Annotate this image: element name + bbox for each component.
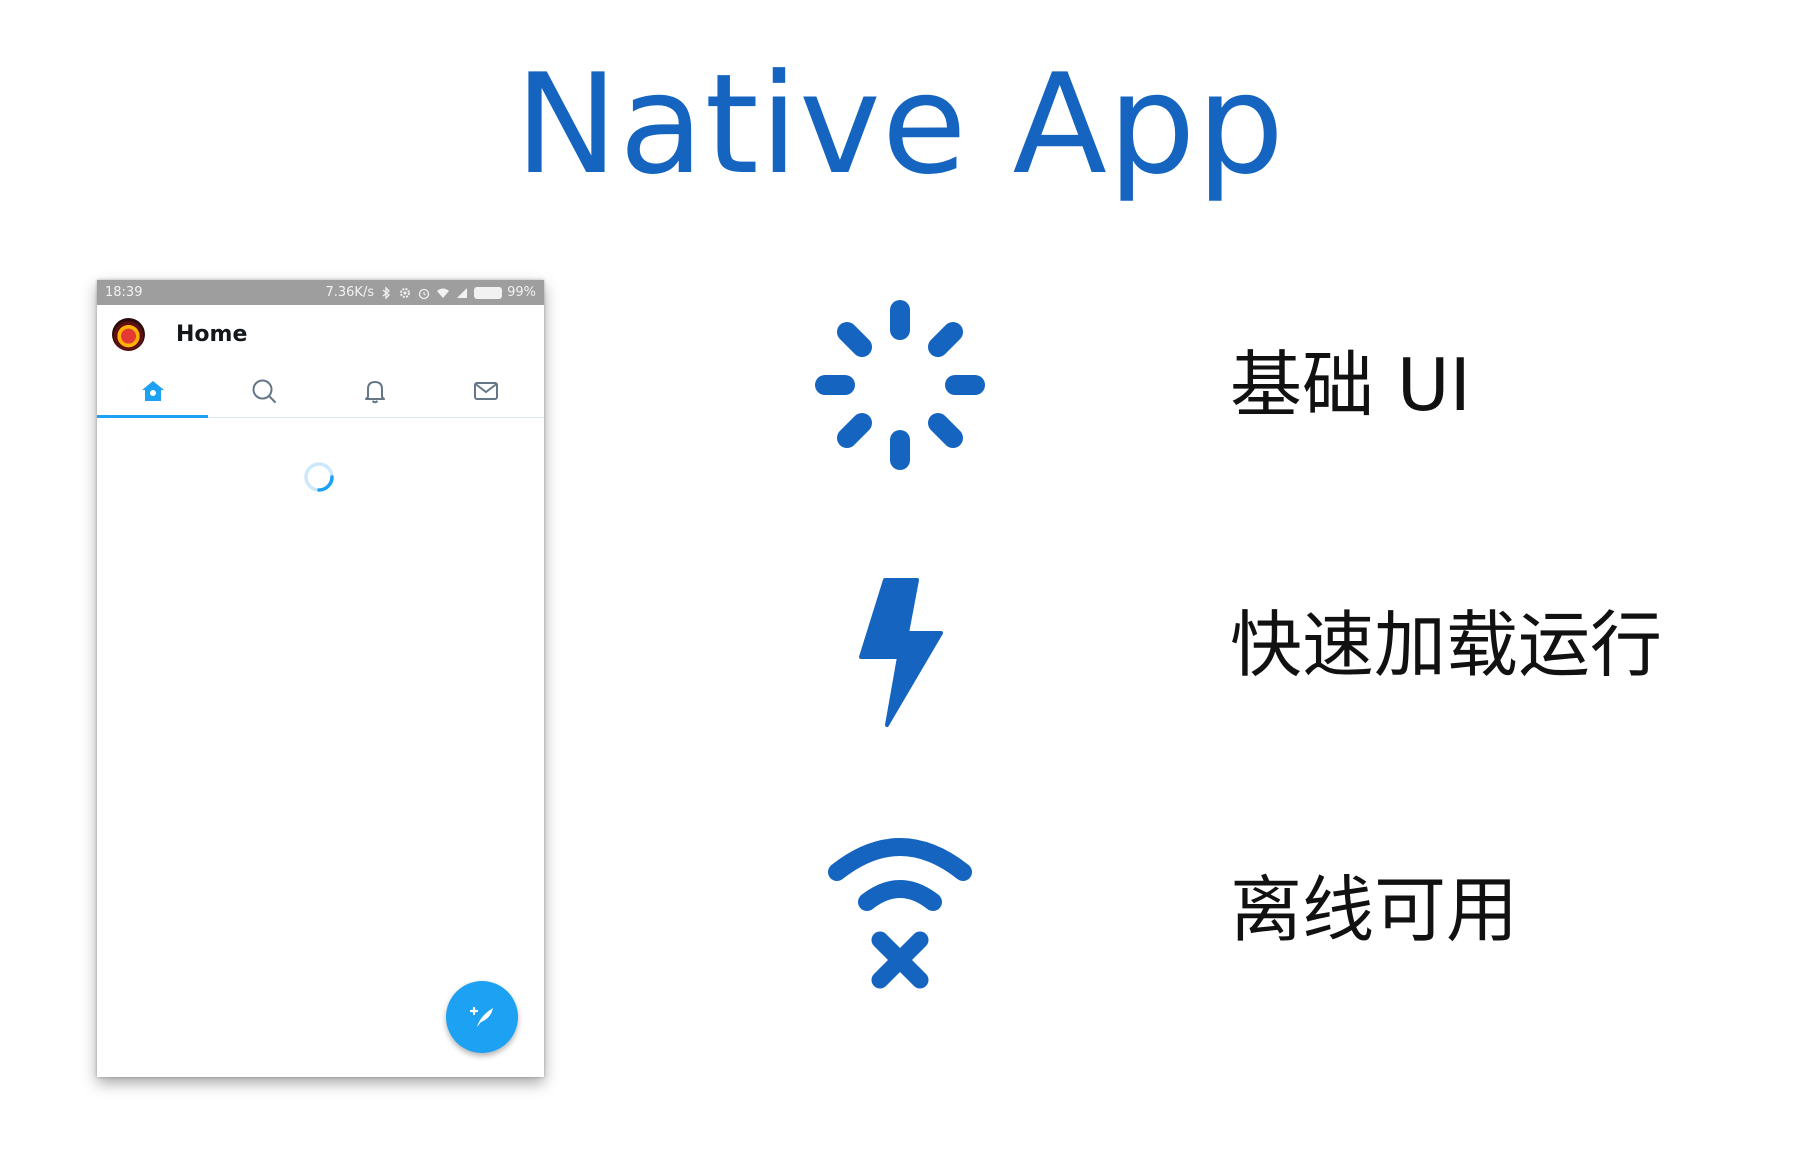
wifi-icon <box>437 288 450 298</box>
compose-button[interactable] <box>446 981 518 1053</box>
feature-label-basic-ui: 基础 UI <box>1230 343 1471 427</box>
tab-home[interactable] <box>97 365 208 417</box>
search-icon <box>252 379 276 403</box>
tab-notifications[interactable] <box>319 365 430 417</box>
app-bar: Home <box>97 305 544 365</box>
slide-title: Native App <box>514 44 1286 205</box>
bluetooth-icon <box>382 285 391 300</box>
home-icon <box>141 381 164 401</box>
tab-bar <box>97 365 544 418</box>
mail-icon <box>473 382 498 400</box>
tab-search[interactable] <box>208 365 319 417</box>
feature-label-fast-load: 快速加载运行 <box>1230 603 1663 687</box>
app-title: Home <box>176 322 248 347</box>
network-speed: 7.36K/s <box>325 285 375 300</box>
wifi-off-icon <box>828 838 972 989</box>
tab-messages[interactable] <box>430 365 541 417</box>
compose-icon <box>469 1006 493 1027</box>
avatar[interactable] <box>112 318 145 351</box>
tab-indicator <box>97 415 208 418</box>
battery-icon <box>474 286 503 299</box>
spinner-icon <box>815 300 985 470</box>
bell-icon <box>364 381 385 404</box>
alarm-icon <box>418 288 430 299</box>
status-bar: 18:39 7.36K/s 99% <box>97 280 544 305</box>
spinner-icon <box>304 462 334 492</box>
lightning-icon <box>859 578 943 727</box>
status-icons: 7.36K/s 99% <box>325 280 536 305</box>
phone-mockup: 18:39 7.36K/s 99% Home <box>97 280 544 1077</box>
battery-level: 99% <box>507 285 536 300</box>
signal-icon <box>457 287 468 298</box>
status-time: 18:39 <box>105 285 143 300</box>
gear-icon <box>400 287 411 298</box>
feature-label-offline: 离线可用 <box>1230 868 1519 952</box>
